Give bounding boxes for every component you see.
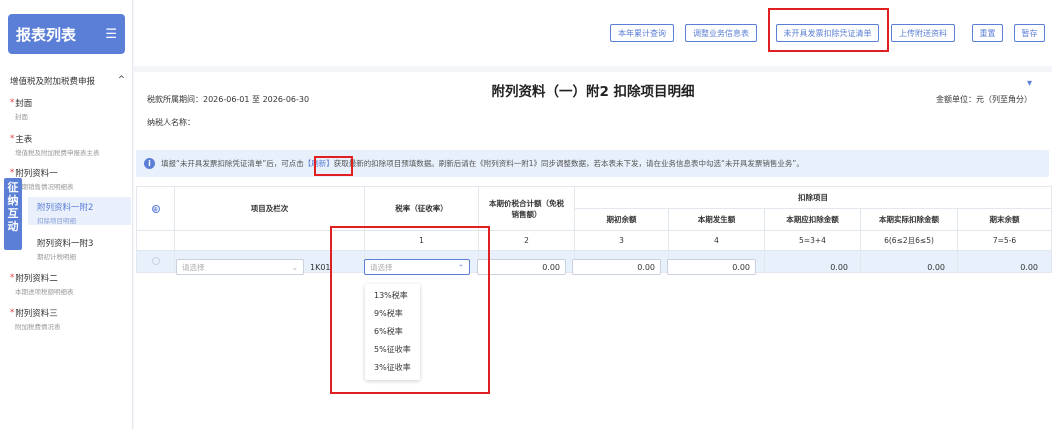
sidebar-item-sub: 本期销售情况明细表 xyxy=(15,183,74,191)
tax-period: 税款所属期间：2026-06-01 至 2026-06-30 xyxy=(147,95,310,104)
sidebar-subitem-label: 附列资料一附2 xyxy=(37,203,94,213)
col-num: 6(6≤2且6≤5) xyxy=(860,230,958,251)
item-select-placeholder: 请选择 xyxy=(182,262,205,272)
menu-icon[interactable]: ☰ xyxy=(105,27,117,42)
highlight-box xyxy=(314,156,353,176)
amount-unit: 金额单位：元（列至角分） xyxy=(936,95,1032,104)
col-total: 本期价税合计额（免税销售额） xyxy=(478,186,575,231)
sidebar-header: 报表列表 ☰ xyxy=(8,14,125,54)
sidebar-item-sub: 附加税费情况表 xyxy=(15,323,61,331)
col-num: 7=5-6 xyxy=(956,230,1052,251)
col-item: 项目及栏次 xyxy=(174,186,365,231)
highlight-box xyxy=(768,8,889,52)
col-num: 5=3+4 xyxy=(764,230,861,251)
col-should: 本期应扣除金额 xyxy=(764,208,861,231)
upload-attachments-button[interactable]: 上传附送资料 xyxy=(891,24,955,42)
sidebar-item-attachment-2[interactable]: * 附列资料二 本期进项税额明细表 xyxy=(10,272,128,296)
closing-value: 0.00 xyxy=(1020,263,1038,272)
actual-value: 0.00 xyxy=(927,263,945,272)
item-select[interactable]: 请选择 ⌄ xyxy=(176,259,304,275)
chevron-up-icon[interactable]: ^ xyxy=(118,75,125,87)
row-radio[interactable] xyxy=(151,256,160,265)
annual-cumulative-query-button[interactable]: 本年累计查询 xyxy=(610,24,674,42)
sidebar-item-sub: 封面 xyxy=(15,113,28,121)
col-deduct-group: 扣除项目 xyxy=(573,186,1052,209)
top-toolbar: 本年累计查询 调整业务信息表 未开具发票扣除凭证清单 上传附送资料 重置 暂存 xyxy=(134,0,1052,66)
chevron-down-icon[interactable]: ▾ xyxy=(1027,78,1032,89)
col-num: 2 xyxy=(478,230,575,251)
col-num: 3 xyxy=(574,230,669,251)
interaction-vertical-tab[interactable]: 征 纳 互 动 xyxy=(4,178,22,250)
sidebar-item-main-table[interactable]: * 主表 增值税及附加税费申报表主表 xyxy=(10,133,128,157)
col-actual: 本期实际扣除金额 xyxy=(860,208,958,231)
sidebar: 报表列表 ☰ 增值税及附加税费申报 ^ * 封面 封面 * 主表 增值税及附加税费申… xyxy=(0,0,133,429)
sidebar-item-label: 附列资料三 xyxy=(15,309,58,319)
sidebar-item-label: 附列资料二 xyxy=(15,274,58,284)
col-closing: 期末余额 xyxy=(956,208,1052,231)
notice-text-a: 填报“未开具发票扣除凭证清单”后，可点击 xyxy=(161,159,304,168)
vtab-char: 征 xyxy=(7,181,19,194)
sidebar-group-label: 增值税及附加税费申报 xyxy=(10,77,96,87)
sidebar-subitem-attachment-1-3[interactable]: 附列资料一附3 期初计税明细 xyxy=(37,237,137,261)
total-input[interactable]: 0.00 xyxy=(477,259,566,275)
sidebar-item-cover[interactable]: * 封面 封面 xyxy=(10,97,128,121)
sidebar-subitem-attachment-1-2[interactable]: 附列资料一附2 扣除项目明细 xyxy=(28,197,131,225)
vtab-char: 互 xyxy=(7,207,19,220)
main-panel: 附列资料（一）附2 扣除项目明细 ▾ 税款所属期间：2026-06-01 至 2… xyxy=(134,72,1052,429)
notice-text-b: 获取最新的扣除项目预填数据。刷新后请在《附列资料一附1》同步调整数据，若本表未下… xyxy=(333,159,804,168)
add-row-icon[interactable]: ⊕ xyxy=(151,205,160,214)
sidebar-group-vat[interactable]: 增值税及附加税费申报 ^ xyxy=(10,75,125,87)
reset-button[interactable]: 重置 xyxy=(972,24,1003,42)
sidebar-subitem-sub: 期初计税明细 xyxy=(37,253,76,261)
chevron-down-icon: ⌄ xyxy=(291,262,298,272)
current-input[interactable]: 0.00 xyxy=(667,259,756,275)
col-opening: 期初余额 xyxy=(574,208,669,231)
taxpayer-name: 纳税人名称： xyxy=(147,118,195,127)
sidebar-item-sub: 增值税及附加税费申报表主表 xyxy=(15,149,100,157)
should-value: 0.00 xyxy=(830,263,848,272)
row-radio-cell xyxy=(136,250,175,273)
vtab-char: 动 xyxy=(7,220,19,233)
add-row-cell: ⊕ xyxy=(136,186,175,231)
sidebar-item-sub: 本期进项税额明细表 xyxy=(15,288,74,296)
save-draft-button[interactable]: 暂存 xyxy=(1014,24,1045,42)
highlight-box xyxy=(330,226,490,394)
sidebar-subitem-label: 附列资料一附3 xyxy=(37,239,94,249)
sidebar-title: 报表列表 xyxy=(16,25,77,44)
sidebar-item-label: 附列资料一 xyxy=(15,169,58,179)
col-rate: 税率（征收率） xyxy=(364,186,479,231)
adjust-business-info-button[interactable]: 调整业务信息表 xyxy=(685,24,757,42)
col-current: 本期发生额 xyxy=(668,208,765,231)
item-code: 1K01 xyxy=(310,263,331,272)
sidebar-item-attachment-1[interactable]: * 附列资料一 本期销售情况明细表 xyxy=(10,167,128,191)
col-num: 4 xyxy=(668,230,765,251)
sidebar-subitem-sub: 扣除项目明细 xyxy=(37,217,76,225)
opening-input[interactable]: 0.00 xyxy=(572,259,661,275)
sidebar-item-attachment-3[interactable]: * 附列资料三 附加税费情况表 xyxy=(10,307,128,331)
notice-bar: i 填报“未开具发票扣除凭证清单”后，可点击 【刷新】 获取最新的扣除项目预填数… xyxy=(136,150,1049,177)
vtab-char: 纳 xyxy=(7,194,19,207)
info-icon: i xyxy=(144,158,155,169)
sidebar-item-label: 主表 xyxy=(15,135,33,145)
sidebar-item-label: 封面 xyxy=(15,99,33,109)
